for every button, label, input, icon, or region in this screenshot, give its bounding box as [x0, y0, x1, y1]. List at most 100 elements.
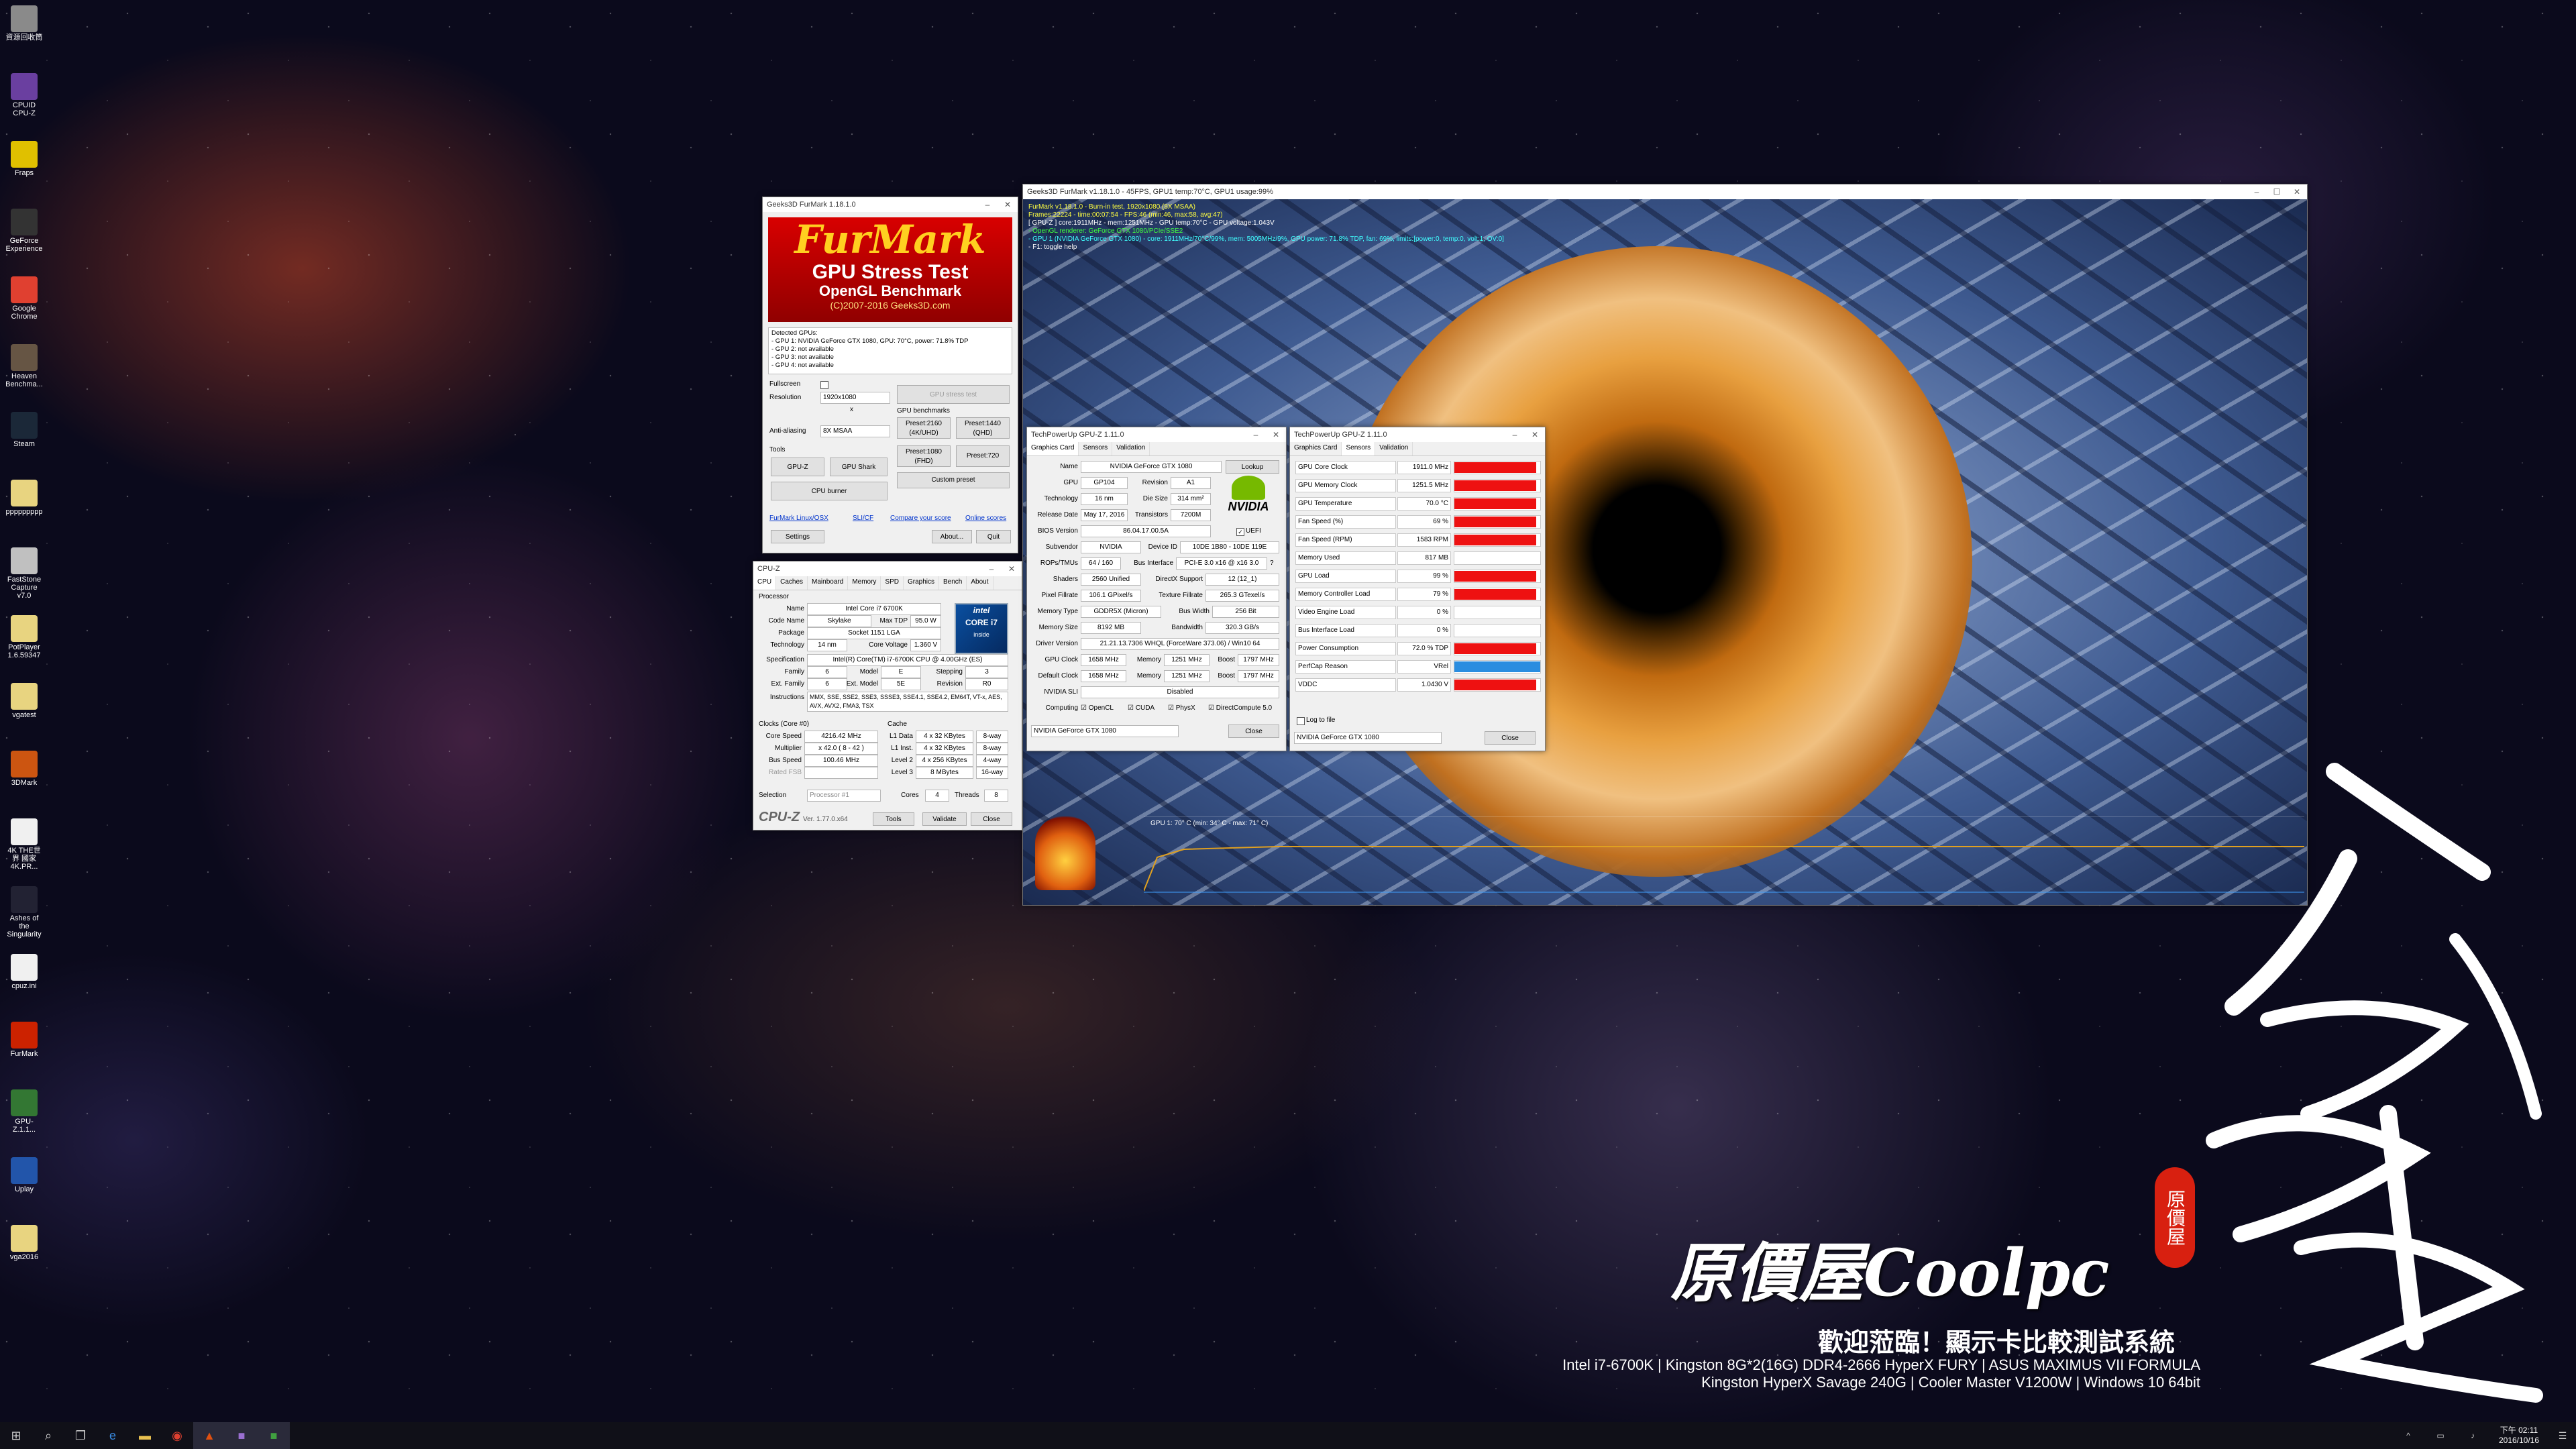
furmark-launcher-window[interactable]: Geeks3D FurMark 1.18.1.0 – ✕ FurMark GPU… [762, 197, 1018, 553]
desktop-icon[interactable]: PotPlayer 1.6.59347 [4, 615, 44, 659]
close-icon[interactable]: ✕ [2287, 187, 2307, 197]
desktop-icon[interactable]: 資源回收筒 [4, 5, 44, 42]
sensor-name[interactable]: GPU Core Clock [1295, 461, 1396, 474]
furmark-render-titlebar[interactable]: Geeks3D FurMark v1.18.1.0 - 45FPS, GPU1 … [1023, 184, 2307, 199]
tab-caches[interactable]: Caches [776, 576, 808, 590]
lookup-button[interactable]: Lookup [1226, 460, 1279, 474]
furmark-linux-link[interactable]: FurMark Linux/OSX [769, 513, 828, 525]
gpuz-card-titlebar[interactable]: TechPowerUp GPU-Z 1.11.0 – ✕ [1027, 427, 1286, 442]
desktop-icon[interactable]: Heaven Benchma... [4, 344, 44, 388]
minimize-icon[interactable]: – [1246, 430, 1266, 439]
desktop-icon[interactable]: ppppppppp [4, 480, 44, 516]
close-icon[interactable]: ✕ [1525, 430, 1545, 439]
desktop-icon[interactable]: Uplay [4, 1157, 44, 1193]
help-icon[interactable]: ? [1270, 557, 1274, 570]
desktop-icon[interactable]: vgatest [4, 683, 44, 719]
tools-button[interactable]: Tools [873, 812, 914, 826]
desktop-icon[interactable]: CPUID CPU-Z [4, 73, 44, 117]
desktop-icon[interactable]: Google Chrome [4, 276, 44, 321]
cpu-burner-button[interactable]: CPU burner [771, 482, 888, 500]
cpuz-taskbar-icon[interactable]: ■ [225, 1422, 258, 1449]
gpuz-sensors-titlebar[interactable]: TechPowerUp GPU-Z 1.11.0 – ✕ [1290, 427, 1545, 442]
about-button[interactable]: About... [932, 530, 972, 543]
tab-memory[interactable]: Memory [848, 576, 881, 590]
minimize-icon[interactable]: – [981, 564, 1002, 574]
desktop-icon[interactable]: FurMark [4, 1022, 44, 1058]
sensor-name[interactable]: VDDC [1295, 678, 1396, 692]
gpu-shark-button[interactable]: GPU Shark [830, 458, 888, 476]
sensor-name[interactable]: PerfCap Reason [1295, 660, 1396, 674]
desktop-icon[interactable]: cpuz.ini [4, 954, 44, 990]
tab-validation[interactable]: Validation [1375, 442, 1413, 455]
quit-button[interactable]: Quit [976, 530, 1011, 543]
compare-score-link[interactable]: Compare your score [890, 513, 951, 525]
tab-cpu[interactable]: CPU [753, 576, 777, 590]
sensor-name[interactable]: Video Engine Load [1295, 606, 1396, 619]
minimize-icon[interactable]: – [977, 200, 998, 209]
validate-button[interactable]: Validate [922, 812, 967, 826]
online-scores-link[interactable]: Online scores [965, 513, 1006, 525]
maximize-icon[interactable]: ☐ [2267, 187, 2287, 197]
sli-cf-link[interactable]: SLI/CF [853, 513, 873, 525]
desktop-icon[interactable]: GPU-Z.1.1... [4, 1089, 44, 1134]
desktop-icon[interactable]: FastStone Capture v7.0 [4, 547, 44, 600]
sensor-name[interactable]: Fan Speed (RPM) [1295, 533, 1396, 547]
minimize-icon[interactable]: – [2247, 187, 2267, 197]
notification-icon[interactable]: ☰ [2549, 1422, 2576, 1449]
tab-validation[interactable]: Validation [1112, 442, 1150, 455]
gpuz-button[interactable]: GPU-Z [771, 458, 824, 476]
close-icon[interactable]: ✕ [998, 200, 1018, 209]
sensor-name[interactable]: Memory Used [1295, 551, 1396, 565]
sensor-name[interactable]: Memory Controller Load [1295, 588, 1396, 601]
start-button-icon[interactable]: ⊞ [0, 1422, 32, 1449]
gpuz-card-window[interactable]: TechPowerUp GPU-Z 1.11.0 – ✕ Graphics Ca… [1026, 427, 1287, 751]
file-explorer-icon[interactable]: ▬ [129, 1422, 161, 1449]
log-to-file-checkbox[interactable] [1297, 717, 1305, 725]
preset-1080-button[interactable]: Preset:1080 (FHD) [897, 445, 951, 467]
desktop-icon[interactable]: 4K THE世界 國家4K.PR... [4, 818, 44, 871]
selection-dropdown[interactable]: Processor #1 [807, 790, 881, 802]
sensor-name[interactable]: GPU Temperature [1295, 497, 1396, 511]
gpu-stress-test-button[interactable]: GPU stress test [897, 385, 1010, 404]
fullscreen-checkbox[interactable] [820, 381, 828, 389]
custom-preset-button[interactable]: Custom preset [897, 472, 1010, 488]
tab-graphics-card[interactable]: Graphics Card [1290, 442, 1342, 455]
desktop-icon[interactable]: Ashes of the Singularity [4, 886, 44, 938]
preset-1440-button[interactable]: Preset:1440 (QHD) [956, 417, 1010, 439]
desktop-icon[interactable]: Steam [4, 412, 44, 448]
tray-chevron-icon[interactable]: ^ [2392, 1422, 2424, 1449]
tab-spd[interactable]: SPD [881, 576, 904, 590]
sensor-name[interactable]: Bus Interface Load [1295, 624, 1396, 637]
network-icon[interactable]: ▭ [2424, 1422, 2457, 1449]
resolution-select[interactable]: 1920x1080 [820, 392, 890, 404]
edge-icon[interactable]: e [97, 1422, 129, 1449]
sensor-name[interactable]: Fan Speed (%) [1295, 515, 1396, 529]
settings-button[interactable]: Settings [771, 530, 824, 543]
desktop-icon[interactable]: GeForce Experience [4, 209, 44, 253]
close-button[interactable]: Close [1485, 731, 1536, 745]
cpuz-window[interactable]: CPU-Z – ✕ CPU Caches Mainboard Memory SP… [753, 561, 1022, 830]
tab-sensors[interactable]: Sensors [1342, 442, 1376, 455]
close-icon[interactable]: ✕ [1002, 564, 1022, 574]
volume-icon[interactable]: ♪ [2457, 1422, 2489, 1449]
tab-about[interactable]: About [967, 576, 994, 590]
desktop-icon[interactable]: vga2016 [4, 1225, 44, 1261]
antialiasing-select[interactable]: 8X MSAA [820, 425, 890, 437]
gpu-select-dropdown[interactable]: NVIDIA GeForce GTX 1080 [1031, 725, 1179, 737]
furmark-taskbar-icon[interactable]: ▲ [193, 1422, 225, 1449]
gpu-select-dropdown[interactable]: NVIDIA GeForce GTX 1080 [1294, 732, 1442, 744]
search-icon[interactable]: ⌕ [32, 1422, 64, 1449]
gpuz-taskbar-icon[interactable]: ■ [258, 1422, 290, 1449]
tab-bench[interactable]: Bench [939, 576, 967, 590]
preset-720-button[interactable]: Preset:720 [956, 445, 1010, 467]
tab-mainboard[interactable]: Mainboard [808, 576, 849, 590]
close-icon[interactable]: ✕ [1266, 430, 1286, 439]
tab-sensors[interactable]: Sensors [1079, 442, 1113, 455]
close-button[interactable]: Close [1228, 724, 1279, 738]
desktop-icon[interactable]: 3DMark [4, 751, 44, 787]
preset-2160-button[interactable]: Preset:2160 (4K/UHD) [897, 417, 951, 439]
close-button[interactable]: Close [971, 812, 1012, 826]
cpuz-titlebar[interactable]: CPU-Z – ✕ [753, 561, 1022, 576]
clock[interactable]: 下午 02:11 2016/10/16 [2489, 1426, 2549, 1446]
sensor-name[interactable]: GPU Load [1295, 570, 1396, 583]
